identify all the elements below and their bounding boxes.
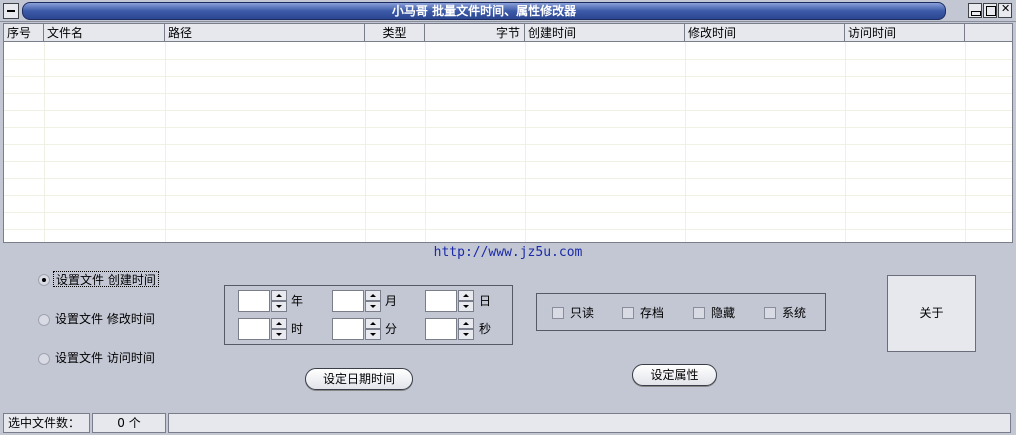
unit-year: 年 [291,294,304,308]
spin-down-icon[interactable] [458,301,474,312]
file-list-header: 序号 文件名 路径 类型 字节 创建时间 修改时间 访问时间 [4,24,1012,42]
radio-label-modified-time[interactable]: 设置文件 修改时间 [55,311,155,327]
file-list[interactable]: 序号 文件名 路径 类型 字节 创建时间 修改时间 访问时间 [3,23,1013,243]
column-header-accessed[interactable]: 访问时间 [845,24,965,42]
status-selected-count: 0 个 [92,413,166,433]
set-datetime-button[interactable]: 设定日期时间 [305,368,413,390]
spin-down-icon[interactable] [365,301,381,312]
unit-second: 秒 [479,322,492,336]
day-input[interactable] [425,290,457,312]
close-button[interactable]: ✕ [998,3,1012,18]
checkbox-label-system[interactable]: 系统 [782,305,806,321]
grid-line [4,93,1012,94]
spin-down-icon[interactable] [271,301,287,312]
radio-modified-time[interactable] [38,314,50,326]
about-button[interactable]: 关于 [887,275,976,352]
year-input[interactable] [238,290,270,312]
minimize-button[interactable] [968,3,982,18]
website-link[interactable]: http://www.jz5u.com [0,244,1016,262]
spin-down-icon[interactable] [271,329,287,340]
grid-line [4,144,1012,145]
month-stepper[interactable] [365,290,381,312]
column-header-index[interactable]: 序号 [4,24,44,42]
minute-input[interactable] [332,318,364,340]
grid-line [4,229,1012,230]
spin-up-icon[interactable] [458,318,474,329]
checkbox-label-readonly[interactable]: 只读 [570,305,594,321]
grid-line [4,110,1012,111]
column-header-modified[interactable]: 修改时间 [685,24,845,42]
grid-line [4,161,1012,162]
second-stepper[interactable] [458,318,474,340]
maximize-button[interactable] [983,3,997,18]
spin-up-icon[interactable] [458,290,474,301]
checkbox-system[interactable] [764,307,776,319]
radio-label-created-time[interactable]: 设置文件 创建时间 [53,271,159,287]
radio-label-accessed-time[interactable]: 设置文件 访问时间 [55,350,155,366]
grid-line [4,76,1012,77]
system-menu-icon[interactable] [3,3,19,19]
second-input[interactable] [425,318,457,340]
grid-line [4,127,1012,128]
spin-up-icon[interactable] [271,318,287,329]
year-stepper[interactable] [271,290,287,312]
unit-hour: 时 [291,322,304,336]
grid-line [4,212,1012,213]
grid-line [4,178,1012,179]
status-message [168,413,1011,433]
spin-down-icon[interactable] [365,329,381,340]
hour-input[interactable] [238,318,270,340]
unit-day: 日 [479,294,492,308]
spin-up-icon[interactable] [365,318,381,329]
checkbox-archive[interactable] [622,307,634,319]
column-header-created[interactable]: 创建时间 [525,24,685,42]
radio-created-time[interactable] [38,274,50,286]
unit-minute: 分 [385,322,398,336]
window-title: 小马哥 批量文件时间、属性修改器 [391,4,577,18]
radio-accessed-time[interactable] [38,353,50,365]
column-header-type[interactable]: 类型 [365,24,425,42]
set-attributes-button[interactable]: 设定属性 [632,364,717,386]
grid-line [4,195,1012,196]
column-header-filename[interactable]: 文件名 [44,24,165,42]
day-stepper[interactable] [458,290,474,312]
column-header-bytes[interactable]: 字节 [425,24,525,42]
close-icon: ✕ [1001,2,1011,15]
column-header-path[interactable]: 路径 [165,24,365,42]
unit-month: 月 [385,294,398,308]
maximize-icon [986,6,996,16]
month-input[interactable] [332,290,364,312]
spin-up-icon[interactable] [365,290,381,301]
minute-stepper[interactable] [365,318,381,340]
checkbox-label-hidden[interactable]: 隐藏 [711,305,735,321]
checkbox-label-archive[interactable]: 存档 [640,305,664,321]
checkbox-readonly[interactable] [552,307,564,319]
minimize-icon [971,11,981,16]
spin-up-icon[interactable] [271,290,287,301]
checkbox-hidden[interactable] [693,307,705,319]
hour-stepper[interactable] [271,318,287,340]
spin-down-icon[interactable] [458,329,474,340]
grid-line [4,59,1012,60]
status-selected-label: 选中文件数： [3,413,90,433]
